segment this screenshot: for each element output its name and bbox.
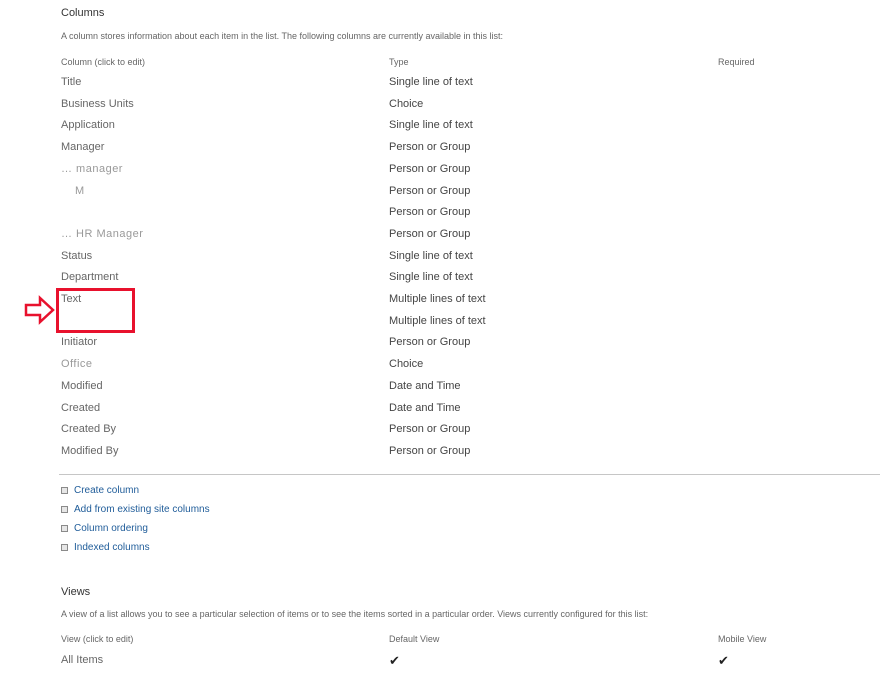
column-ordering-link[interactable]: Column ordering — [61, 523, 148, 534]
indexed-columns-label: Indexed columns — [74, 542, 150, 553]
column-header-name: Column (click to edit) — [61, 57, 146, 67]
column-name[interactable]: Office — [61, 358, 93, 370]
column-type: Date and Time — [389, 380, 461, 392]
view-header-mobile: Mobile View — [718, 634, 767, 644]
column-type: Person or Group — [389, 445, 471, 457]
column-name[interactable]: Modified By — [61, 445, 118, 457]
bullet-icon — [61, 544, 68, 551]
column-type: Date and Time — [389, 402, 461, 414]
create-column-link[interactable]: Create column — [61, 485, 139, 496]
section-divider — [59, 474, 880, 475]
columns-description: A column stores information about each i… — [61, 31, 504, 41]
column-type: Person or Group — [389, 185, 471, 197]
column-name[interactable]: M — [75, 185, 85, 197]
column-type: Person or Group — [389, 423, 471, 435]
column-name[interactable]: Initiator — [61, 336, 97, 348]
view-header-default: Default View — [389, 634, 440, 644]
mobile-view-check-icon: ✔ — [718, 653, 729, 668]
column-type: Single line of text — [389, 76, 473, 88]
column-name[interactable]: Status — [61, 250, 92, 262]
column-type: Multiple lines of text — [389, 315, 486, 327]
column-name[interactable]: Department — [61, 271, 118, 283]
column-type: Single line of text — [389, 271, 473, 283]
default-view-check-icon: ✔ — [389, 653, 400, 668]
views-description: A view of a list allows you to see a par… — [61, 609, 649, 619]
create-column-label: Create column — [74, 485, 140, 496]
column-type: Multiple lines of text — [389, 293, 486, 305]
add-existing-columns-label: Add from existing site columns — [74, 504, 210, 515]
column-type: Person or Group — [389, 206, 471, 218]
column-name[interactable]: … HR Manager — [61, 228, 143, 240]
column-type: Choice — [389, 358, 424, 370]
column-header-type: Type — [389, 57, 409, 67]
column-name[interactable]: Modified — [61, 380, 103, 392]
right-arrow-icon — [24, 295, 55, 325]
column-name[interactable]: … manager — [61, 163, 123, 175]
column-ordering-label: Column ordering — [74, 523, 148, 534]
views-section-title: Views — [61, 586, 91, 598]
bullet-icon — [61, 506, 68, 513]
column-type: Single line of text — [389, 250, 473, 262]
add-existing-columns-link[interactable]: Add from existing site columns — [61, 504, 210, 515]
column-type: Person or Group — [389, 141, 471, 153]
bullet-icon — [61, 487, 68, 494]
column-type: Single line of text — [389, 119, 473, 131]
column-name[interactable]: Title — [61, 76, 81, 88]
column-name[interactable]: Business Units — [61, 98, 134, 110]
column-type: Person or Group — [389, 163, 471, 175]
column-type: Person or Group — [389, 228, 471, 240]
highlight-box — [56, 288, 135, 333]
column-name[interactable]: Manager — [61, 141, 104, 153]
bullet-icon — [61, 525, 68, 532]
indexed-columns-link[interactable]: Indexed columns — [61, 542, 150, 553]
column-type: Person or Group — [389, 336, 471, 348]
columns-section-title: Columns — [61, 7, 105, 19]
view-header-name: View (click to edit) — [61, 634, 134, 644]
column-type: Choice — [389, 98, 424, 110]
column-name[interactable]: Created — [61, 402, 100, 414]
column-name[interactable]: Created By — [61, 423, 116, 435]
column-header-required: Required — [718, 57, 755, 67]
view-row-all-items[interactable]: All Items — [61, 654, 103, 666]
column-name[interactable]: Application — [61, 119, 115, 131]
